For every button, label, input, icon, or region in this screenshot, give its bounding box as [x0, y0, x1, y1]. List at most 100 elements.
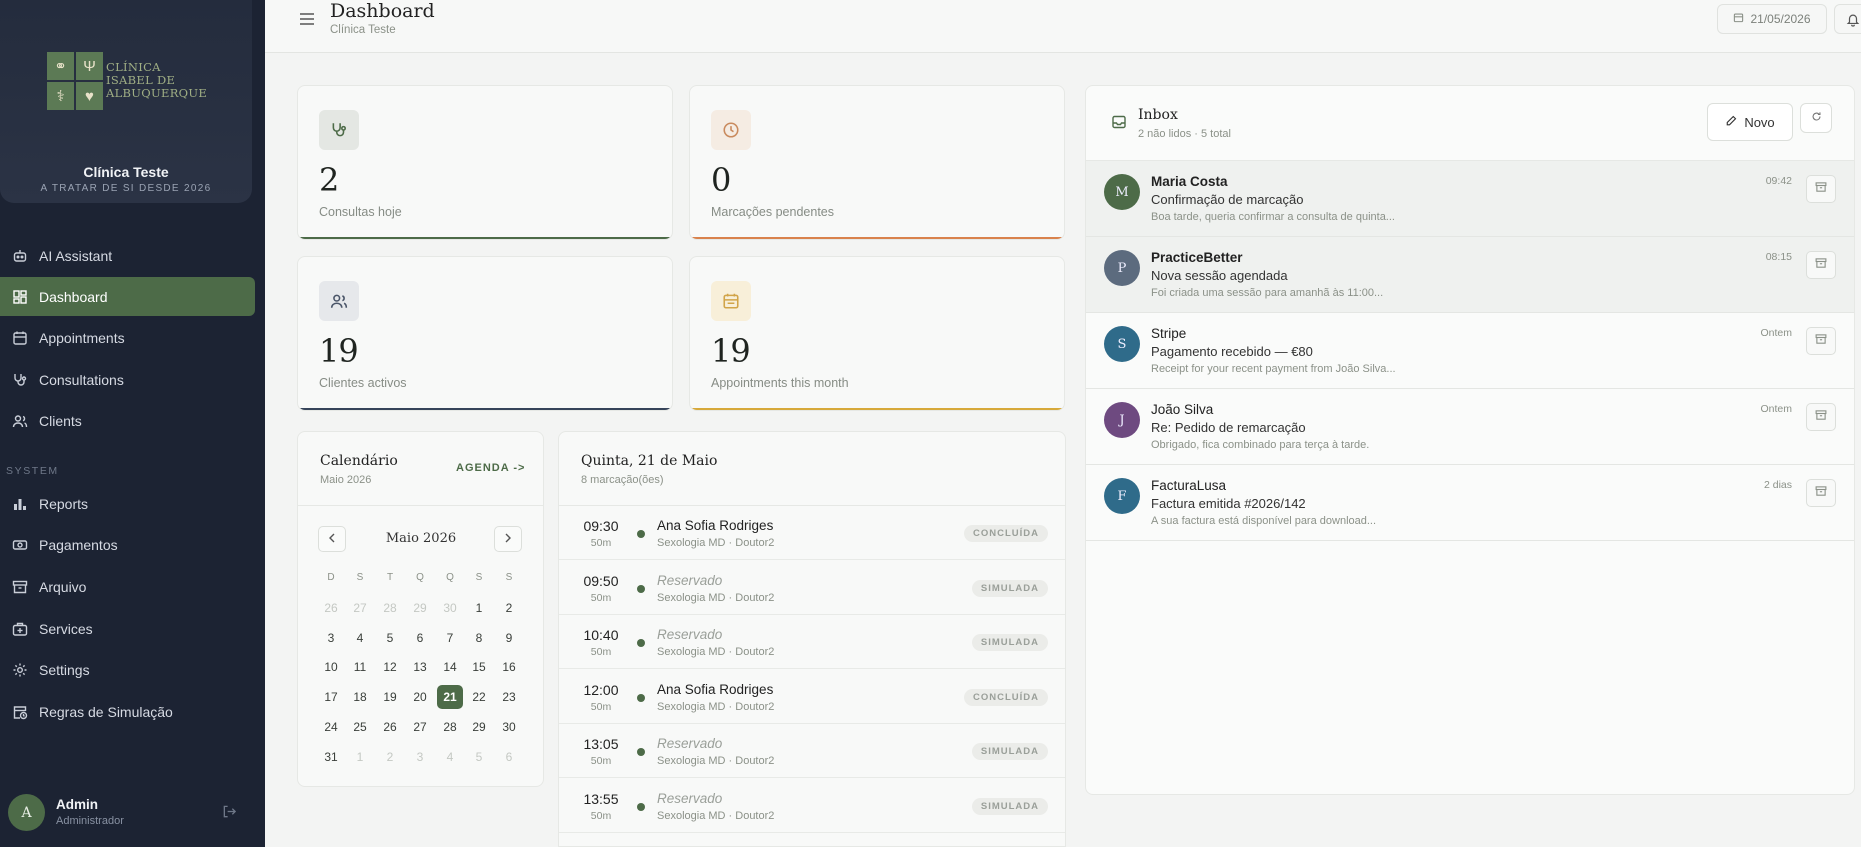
- calendar-day[interactable]: 8: [466, 626, 492, 650]
- calendar-day[interactable]: 26: [318, 596, 344, 620]
- sidebar-item-arquivo[interactable]: Arquivo: [0, 567, 255, 606]
- calendar-day[interactable]: 14: [437, 655, 463, 679]
- calendar-day[interactable]: 10: [318, 655, 344, 679]
- page-title: Dashboard: [330, 0, 435, 22]
- calendar-day[interactable]: 15: [466, 655, 492, 679]
- calendar-day[interactable]: 12: [377, 655, 403, 679]
- calendar-day[interactable]: 31: [318, 745, 344, 769]
- message-sender: João Silva: [1151, 402, 1214, 417]
- sidebar-item-ai-assistant[interactable]: AI Assistant: [0, 236, 255, 275]
- refresh-button[interactable]: [1800, 103, 1832, 133]
- calendar-day[interactable]: 26: [377, 715, 403, 739]
- calendar-day[interactable]: 9: [496, 626, 522, 650]
- prev-month-button[interactable]: [318, 526, 346, 552]
- calendar-day[interactable]: 21: [437, 685, 463, 710]
- weekday-header: T: [386, 572, 394, 583]
- sidebar-item-services[interactable]: Services: [0, 609, 255, 648]
- next-month-button[interactable]: [494, 526, 522, 552]
- appointment-row[interactable]: 09:30 50m Ana Sofia Rodriges Sexologia MD ·…: [559, 506, 1065, 560]
- appointment-row[interactable]: 12:00 50m Ana Sofia Rodriges Sexologia MD ·…: [559, 670, 1065, 724]
- sidebar-item-regras-de-simulacao[interactable]: Regras de Simulação: [0, 692, 255, 731]
- sidebar-item-dashboard[interactable]: Dashboard: [0, 277, 255, 316]
- appointment-patient: Ana Sofia Rodriges: [657, 518, 774, 533]
- appointment-row[interactable]: 13:05 50m Reservado Sexologia MD · Doutor2 S…: [559, 724, 1065, 779]
- calendar-day[interactable]: 4: [347, 626, 373, 650]
- calendar-day[interactable]: 7: [437, 626, 463, 650]
- archive-button[interactable]: [1806, 175, 1836, 203]
- date-button[interactable]: 21/05/2026: [1717, 4, 1827, 34]
- month-label: Maio 2026: [385, 531, 457, 546]
- refresh-icon: [1811, 109, 1822, 127]
- message-subject: Factura emitida #2026/142: [1151, 496, 1306, 511]
- sidebar-item-reports[interactable]: Reports: [0, 484, 255, 523]
- calendar-day[interactable]: 23: [496, 685, 522, 709]
- clock-icon: [711, 110, 751, 150]
- calendar-day[interactable]: 3: [407, 745, 433, 769]
- calendar-day[interactable]: 29: [466, 715, 492, 739]
- calendar-day[interactable]: 27: [407, 715, 433, 739]
- appointment-row[interactable]: 13:55 50m Reservado Sexologia MD · Doutor2 S…: [559, 779, 1065, 833]
- sidebar-item-consultations[interactable]: Consultations: [0, 360, 255, 399]
- appointment-patient: Reservado: [657, 736, 723, 752]
- archive-button[interactable]: [1806, 479, 1836, 507]
- sidebar-item-settings[interactable]: Settings: [0, 650, 255, 689]
- user-profile[interactable]: A Admin Administrador: [8, 794, 258, 834]
- avatar: M: [1104, 174, 1140, 210]
- archive-button[interactable]: [1806, 327, 1836, 355]
- archive-icon: [1815, 332, 1827, 350]
- calendar-day[interactable]: 29: [407, 596, 433, 620]
- calendar-day[interactable]: 19: [377, 685, 403, 709]
- calendar-day[interactable]: 30: [496, 715, 522, 739]
- calendar-day[interactable]: 11: [347, 655, 373, 679]
- calendar-day[interactable]: 5: [377, 626, 403, 650]
- stat-card-clientes-activos[interactable]: 19 Clientes activos: [297, 256, 673, 411]
- archive-button[interactable]: [1806, 403, 1836, 431]
- inbox-message[interactable]: F FacturaLusa Factura emitida #2026/142 A s…: [1086, 465, 1854, 541]
- calendar-day[interactable]: 6: [496, 745, 522, 769]
- calendar-day[interactable]: 28: [437, 715, 463, 739]
- stat-card-consultas-hoje[interactable]: 2 Consultas hoje: [297, 85, 673, 240]
- appointment-service: Sexologia MD · Doutor2: [657, 755, 775, 768]
- calendar-day[interactable]: 6: [407, 626, 433, 650]
- inbox-message[interactable]: P PracticeBetter Nova sessão agendada Foi c…: [1086, 237, 1854, 313]
- calendar-day[interactable]: 2: [496, 596, 522, 620]
- calendar-icon: [711, 281, 751, 321]
- appointment-row[interactable]: 10:40 50m Reservado Sexologia MD · Doutor2 S…: [559, 615, 1065, 670]
- calendar-day[interactable]: 30: [437, 596, 463, 620]
- calendar-day[interactable]: 27: [347, 596, 373, 620]
- calendar-day[interactable]: 17: [318, 685, 344, 709]
- calendar-day[interactable]: 2: [377, 745, 403, 769]
- sidebar-item-pagamentos[interactable]: Pagamentos: [0, 525, 255, 564]
- inbox-message[interactable]: J João Silva Re: Pedido de remarcação Obrig…: [1086, 389, 1854, 465]
- new-message-button[interactable]: Novo: [1707, 103, 1793, 141]
- calendar-day[interactable]: 3: [318, 626, 344, 650]
- sidebar-item-clients[interactable]: Clients: [0, 401, 255, 440]
- message-time: Ontem: [1760, 327, 1792, 339]
- agenda-link[interactable]: AGENDA ->: [456, 462, 525, 474]
- archive-button[interactable]: [1806, 251, 1836, 279]
- inbox-message[interactable]: M Maria Costa Confirmação de marcação Boa t…: [1086, 161, 1854, 237]
- calendar-day[interactable]: 20: [407, 685, 433, 709]
- calendar-day[interactable]: 18: [347, 685, 373, 709]
- stat-card-marcacoes-pendentes[interactable]: 0 Marcações pendentes: [689, 85, 1065, 240]
- pencil-icon: [1725, 115, 1737, 130]
- calendar-day[interactable]: 25: [347, 715, 373, 739]
- calendar-day[interactable]: 5: [466, 745, 492, 769]
- sidebar-item-appointments[interactable]: Appointments: [0, 318, 255, 357]
- notifications-button[interactable]: [1834, 4, 1861, 34]
- calendar-day[interactable]: 22: [466, 685, 492, 709]
- message-sender: PracticeBetter: [1151, 250, 1243, 265]
- logout-icon[interactable]: [222, 804, 237, 824]
- calendar-day[interactable]: 4: [437, 745, 463, 769]
- calendar-day[interactable]: 1: [347, 745, 373, 769]
- stat-card-appointments-this-month[interactable]: 19 Appointments this month: [689, 256, 1065, 411]
- appointment-row[interactable]: 09:50 50m Reservado Sexologia MD · Doutor2 S…: [559, 561, 1065, 615]
- calendar-day[interactable]: 28: [377, 596, 403, 620]
- calendar-day[interactable]: 13: [407, 655, 433, 679]
- calendar-day[interactable]: 1: [466, 596, 492, 620]
- inbox-message[interactable]: S Stripe Pagamento recebido — €80 Receipt f…: [1086, 313, 1854, 389]
- calendar-day[interactable]: 24: [318, 715, 344, 739]
- calendar-day[interactable]: 16: [496, 655, 522, 679]
- clinic-name: Clínica Teste: [83, 164, 169, 180]
- menu-toggle-icon[interactable]: [299, 12, 315, 31]
